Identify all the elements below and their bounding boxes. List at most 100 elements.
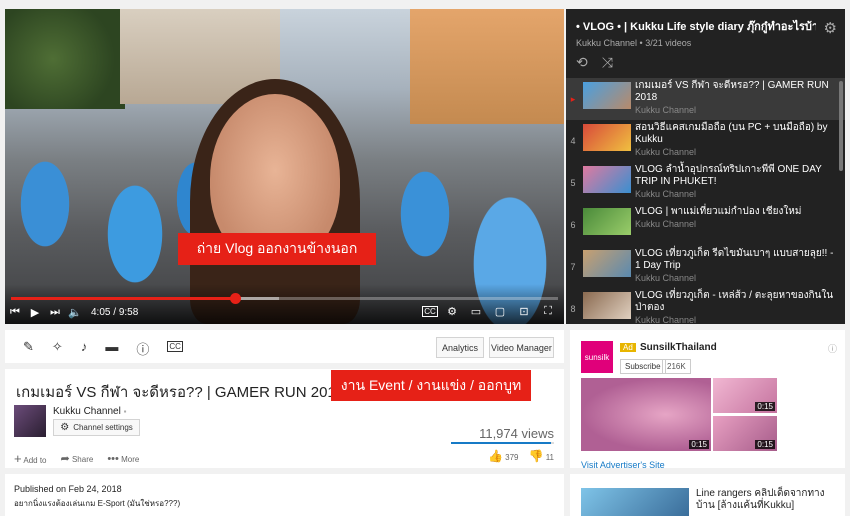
played-bar [11,297,236,300]
playlist-item-channel: Kukku Channel [635,105,697,115]
current-time: 4:05 [91,306,111,318]
subtitles-cc-icon[interactable]: CC [167,341,183,352]
settings-gear-icon[interactable]: ⚙ [442,302,462,320]
video-title: เกมเมอร์ VS กีฬา จะดีหรอ?? | GAMER RUN 2… [16,384,345,401]
advertiser-logo[interactable]: sunsilk [581,341,613,373]
ad-video-thumbnail[interactable]: 0:15 [581,378,711,451]
playlist-item-channel: Kukku Channel [635,189,697,199]
info-icon[interactable]: ⓘ [136,339,149,358]
publish-date: Published on Feb 24, 2018 [14,484,122,494]
share-button[interactable]: ➦ Share [61,452,94,465]
edit-pencil-icon[interactable]: ✎ [23,339,34,358]
playlist-item-thumbnail [583,292,631,319]
related-video[interactable]: Line rangers คลิปเด็ดจากทาง บ้าน [ล้างแค… [570,474,845,516]
video-duration: 0:15 [689,440,709,449]
channel-name-text: Kukku Channel [53,406,121,417]
video-description: Published on Feb 24, 2018 อยากนิ่งแรงต้อ… [5,474,564,516]
video-manager-button[interactable]: Video Manager [489,337,554,358]
playlist-item-channel: Kukku Channel [635,219,697,229]
video-caption-overlay: ถ่าย Vlog ออกงานข้างนอก [178,233,376,265]
add-to-button[interactable]: + Add to [14,451,47,466]
previous-icon[interactable]: ⏮ [5,303,25,321]
like-button[interactable]: 👍 379 [488,449,519,463]
like-dislike: 👍 379 👎 11 [488,449,554,463]
ad-video-thumbnail-small[interactable]: 0:15 [713,378,777,413]
playlist-item-index: 6 [570,220,576,230]
playlist-item-title: สอนวิธีแคสเกมมือถือ (บน PC + บนมือถือ) b… [635,122,828,145]
creator-toolbar-icons: ✎ ✧ ♪ ▬ ⓘ CC [23,339,183,358]
event-banner: งาน Event / งานแข่ง / ออกบูท [331,370,531,401]
share-arrow-icon: ➦ [60,453,70,465]
channel-settings-label: Channel settings [73,423,133,432]
channel-avatar[interactable] [14,405,46,437]
more-button[interactable]: ••• More [107,453,139,465]
cast-icon[interactable]: ⊡ [514,302,534,320]
playlist-subtitle: Kukku Channel • 3/21 videos [576,38,692,48]
analytics-button[interactable]: Analytics [436,337,484,358]
loop-icon[interactable]: ⟲ [576,54,588,71]
playlist-icons: ⟲ ⤨ [576,54,613,71]
playlist-item[interactable]: 8 VLOG เที่ยวภูเก็ต - เหล่ส้ว / ตะลุยหาข… [566,288,845,324]
playlist-item-title: VLOG | พาแม่เที่ยวแม่กำปอง เชียงใหม่ [635,206,802,217]
playlist-scrollbar[interactable] [839,81,843,171]
related-video-thumbnail[interactable] [581,488,689,516]
video-actions: + Add to ➦ Share ••• More [14,451,139,466]
like-ratio-fill [451,442,551,444]
video-duration: 0:15 [755,440,775,449]
like-ratio-bar [451,442,554,444]
description-text: อยากนิ่งแรงต้องเล่นเกม E-Sport (มันใช่หร… [14,499,181,508]
time-display: 4:05 / 9:58 [91,307,138,318]
creator-toolbar: ✎ ✧ ♪ ▬ ⓘ CC Analytics Video Manager [5,330,564,363]
ad-subscribe-button[interactable]: Subscribe [620,359,666,374]
playlist-item-index: 7 [570,262,576,272]
ad-video-thumbnail-small[interactable]: 0:15 [713,416,777,451]
playlist-item[interactable]: 4 สอนวิธีแคสเกมมือถือ (บน PC + บนมือถือ)… [566,120,845,162]
more-label: More [121,454,140,464]
playlist-items: ▸ เกมเมอร์ VS กีฬา จะดีหรอ?? | GAMER RUN… [566,78,845,324]
playlist-item[interactable]: 7 VLOG เที่ยวภูเก็ต รีดไขมันเบาๆ แบบสายล… [566,246,845,288]
playlist-item-index: 4 [570,136,576,146]
playlist-title[interactable]: • VLOG • | Kukku Life style diary ภุ๊กกู… [576,17,816,35]
playlist-item[interactable]: 6 VLOG | พาแม่เที่ยวแม่กำปอง เชียงใหม่ Ku… [566,204,845,246]
channel-name[interactable]: Kukku Channel ▪ [53,406,126,417]
thumbs-down-icon: 👎 [528,449,544,463]
playlist-panel: • VLOG • | Kukku Life style diary ภุ๊กกู… [566,9,845,324]
ad-info-icon[interactable]: ⓘ [828,342,837,355]
video-frame-trees [5,9,125,109]
progress-bar[interactable] [11,293,558,304]
shuffle-icon[interactable]: ⤨ [602,54,613,71]
player-controls: ⏮ ▶ ⏭ 🔈 4:05 / 9:58 CC ⚙ ▭ ▢ ⊡ ⛶ [5,302,564,322]
enhancements-wand-icon[interactable]: ✧ [52,339,63,358]
end-screen-icon[interactable]: ▬ [105,339,118,358]
playlist-item-channel: Kukku Channel [635,315,697,324]
playlist-item[interactable]: 5 VLOG ลำน้ำอุปกรณ์ทริปเกาะพีพี ONE DAY … [566,162,845,204]
advertiser-name[interactable]: SunsilkThailand [640,342,717,353]
advertisement: sunsilk Ad SunsilkThailand ⓘ Subscribe 2… [570,330,845,470]
add-to-label: Add to [23,456,47,465]
playlist-item-thumbnail [583,124,631,151]
total-time: 9:58 [118,306,139,318]
dislike-button[interactable]: 👎 11 [529,449,555,463]
audio-note-icon[interactable]: ♪ [81,339,88,358]
play-icon[interactable]: ▶ [25,303,45,321]
playlist-header: • VLOG • | Kukku Life style diary ภุ๊กกู… [566,9,845,81]
video-player[interactable]: ถ่าย Vlog ออกงานข้างนอก ⏮ ▶ ⏭ 🔈 4:05 / 9… [5,9,564,324]
ad-badge: Ad [620,343,636,352]
player-controls-right: CC ⚙ ▭ ▢ ⊡ ⛶ [422,302,558,320]
video-info: เกมเมอร์ VS กีฬา จะดีหรอ?? | GAMER RUN 2… [5,369,564,468]
visit-advertiser-link[interactable]: Visit Advertiser's Site [581,460,665,470]
captions-icon[interactable]: CC [422,306,438,317]
time-separator: / [113,306,117,318]
playlist-item-index: 8 [570,304,576,314]
playlist-item-title: VLOG ลำน้ำอุปกรณ์ทริปเกาะพีพี ONE DAY TR… [635,164,822,187]
miniplayer-icon[interactable]: ▢ [490,302,510,320]
related-video-title[interactable]: Line rangers คลิปเด็ดจากทาง บ้าน [ล้างแค… [696,488,836,512]
plus-icon: + [14,451,22,466]
theater-mode-icon[interactable]: ▭ [466,302,486,320]
playlist-item[interactable]: ▸ เกมเมอร์ VS กีฬา จะดีหรอ?? | GAMER RUN… [566,78,845,120]
volume-icon[interactable]: 🔈 [65,303,85,321]
next-icon[interactable]: ⏭ [45,303,65,321]
playlist-settings-gear-icon[interactable]: ⚙ [824,19,837,37]
channel-settings-button[interactable]: ⚙ Channel settings [53,419,140,436]
fullscreen-icon[interactable]: ⛶ [538,302,558,320]
